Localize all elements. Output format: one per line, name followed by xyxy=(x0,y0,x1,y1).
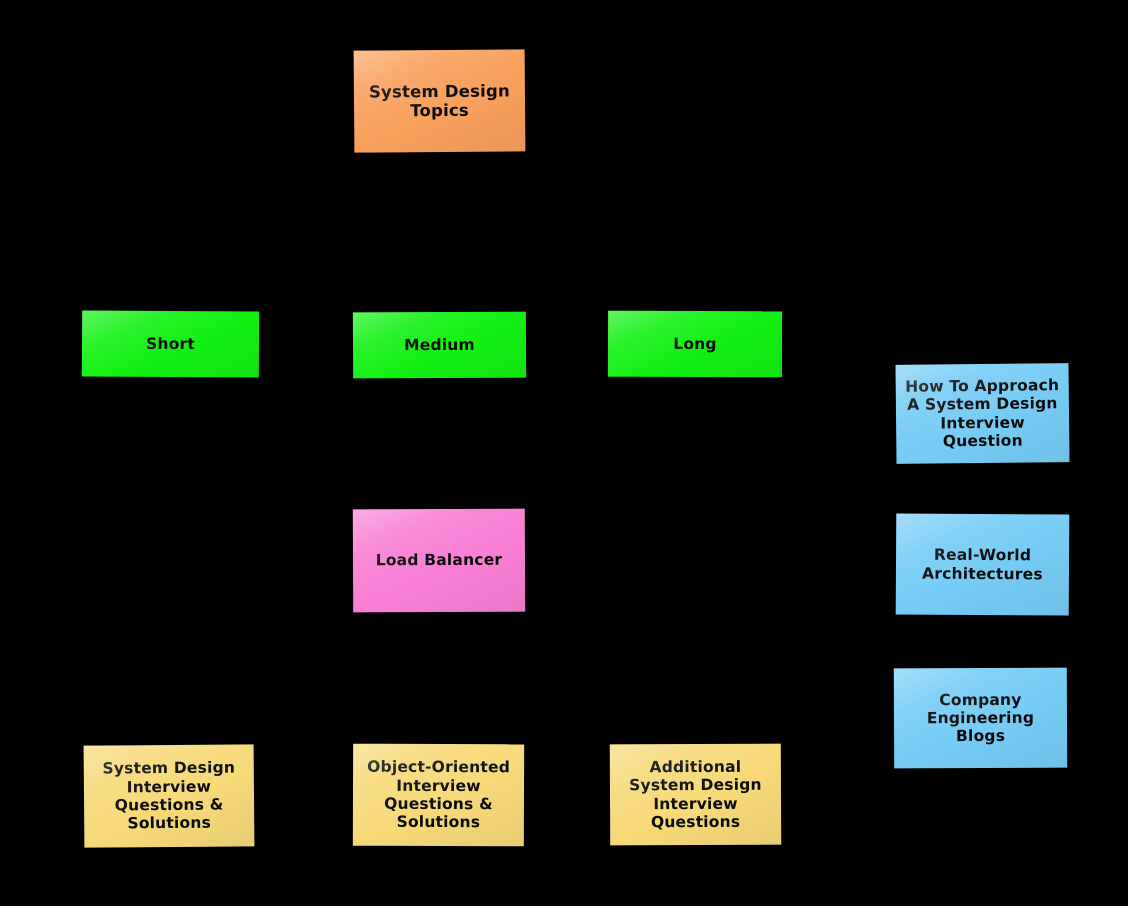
node-short[interactable]: Short xyxy=(81,310,260,378)
node-label: System Design Interview Questions & Solu… xyxy=(102,758,236,833)
node-label: Real-World Architectures xyxy=(922,545,1043,583)
node-label: System Design Topics xyxy=(368,80,510,121)
diagram-canvas: System Design Topics Short Medium Long Load … xyxy=(0,0,1128,906)
node-system-design-interview-questions-solutions[interactable]: System Design Interview Questions & Solu… xyxy=(83,744,255,848)
node-label: Company Engineering Blogs xyxy=(926,690,1035,746)
node-system-design-topics[interactable]: System Design Topics xyxy=(353,49,526,153)
node-load-balancer[interactable]: Load Balancer xyxy=(352,508,526,613)
node-additional-system-design-interview-questions[interactable]: Additional System Design Interview Quest… xyxy=(609,743,782,846)
node-real-world-architectures[interactable]: Real-World Architectures xyxy=(895,513,1070,616)
node-label: Short xyxy=(145,334,196,354)
node-how-to-approach[interactable]: How To Approach A System Design Intervie… xyxy=(895,363,1070,464)
node-object-oriented-interview-questions-solutions[interactable]: Object-Oriented Interview Questions & So… xyxy=(352,743,525,847)
node-long[interactable]: Long xyxy=(607,310,783,378)
node-label: Long xyxy=(673,334,717,353)
node-company-engineering-blogs[interactable]: Company Engineering Blogs xyxy=(893,667,1068,769)
node-label: Object-Oriented Interview Questions & So… xyxy=(367,758,511,832)
node-medium[interactable]: Medium xyxy=(352,311,527,379)
node-label: Additional System Design Interview Quest… xyxy=(629,757,762,831)
node-label: How To Approach A System Design Intervie… xyxy=(905,376,1060,451)
node-label: Medium xyxy=(404,335,475,355)
node-label: Load Balancer xyxy=(375,551,503,570)
